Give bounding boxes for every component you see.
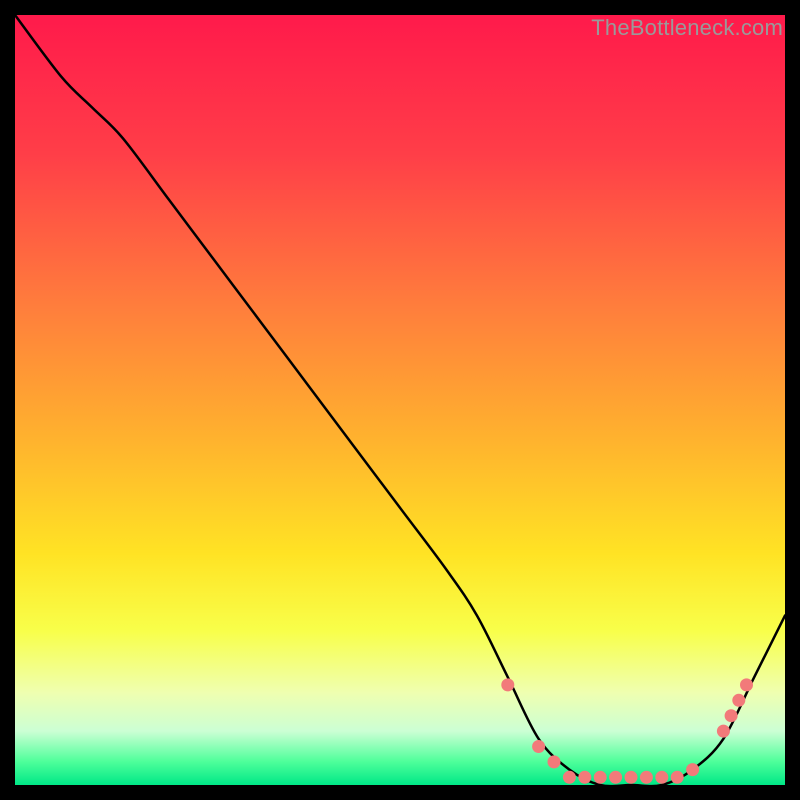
highlight-marker xyxy=(532,740,545,753)
highlight-marker xyxy=(625,771,638,784)
highlight-marker xyxy=(717,725,730,738)
highlight-marker xyxy=(609,771,622,784)
highlight-marker xyxy=(725,709,738,722)
highlight-marker xyxy=(563,771,576,784)
highlight-marker xyxy=(655,771,668,784)
chart-frame: TheBottleneck.com xyxy=(15,15,785,785)
highlight-marker xyxy=(686,763,699,776)
highlight-marker xyxy=(671,771,684,784)
highlight-marker xyxy=(578,771,591,784)
bottleneck-chart-svg xyxy=(15,15,785,785)
highlight-marker xyxy=(640,771,653,784)
highlight-marker xyxy=(548,755,561,768)
highlight-marker xyxy=(594,771,607,784)
watermark-text: TheBottleneck.com xyxy=(591,15,783,41)
gradient-background xyxy=(15,15,785,785)
highlight-marker xyxy=(740,678,753,691)
highlight-marker xyxy=(732,694,745,707)
highlight-marker xyxy=(501,678,514,691)
